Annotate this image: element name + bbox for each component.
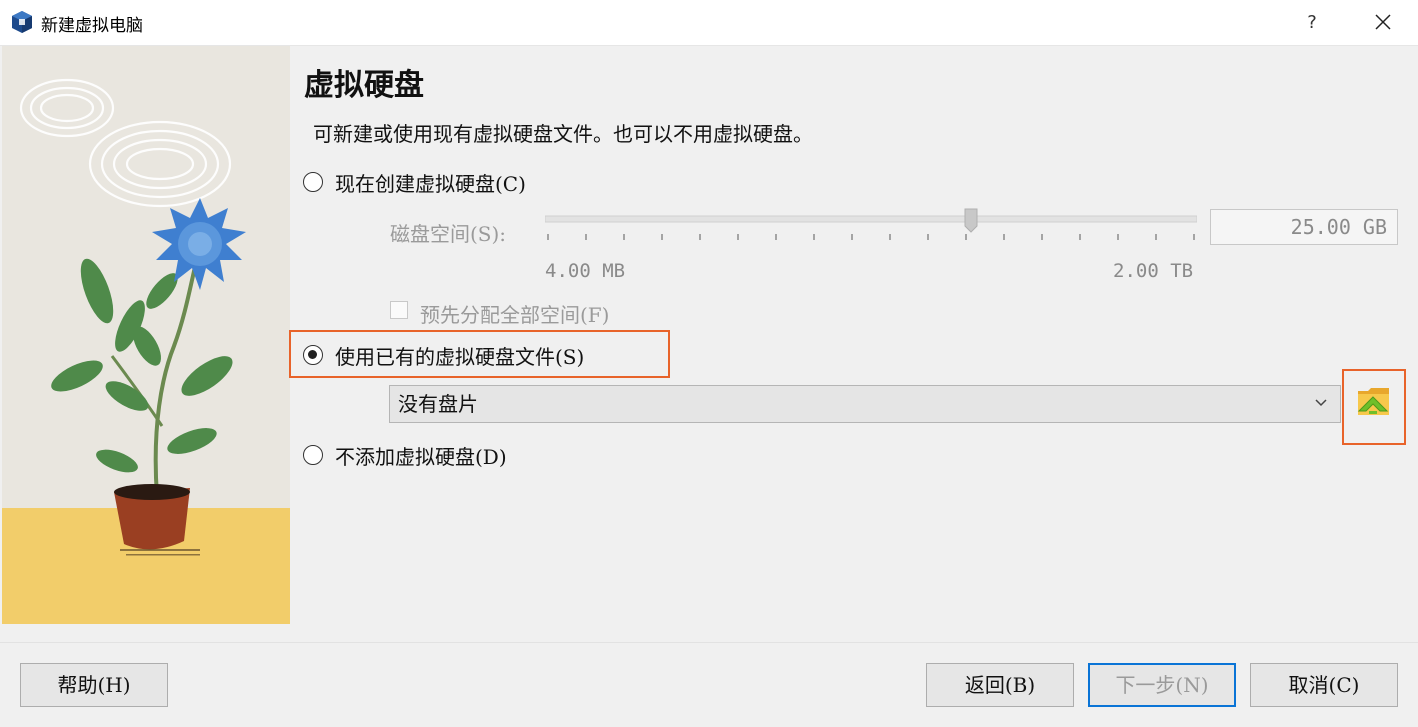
title-bar: 新建虚拟电脑 ?: [0, 0, 1418, 46]
button-bar: 帮助(H) 返回(B) 下一步(N) 取消(C): [0, 642, 1418, 727]
window-title: 新建虚拟电脑: [41, 16, 143, 36]
page-description: 可新建或使用现有虚拟硬盘文件。也可以不用虚拟硬盘。: [313, 122, 813, 146]
no-disk-radio[interactable]: [303, 445, 323, 465]
create-disk-radio[interactable]: [303, 172, 323, 192]
close-button[interactable]: [1360, 0, 1406, 45]
existing-disk-value: 没有盘片: [398, 392, 478, 416]
preallocate-checkbox[interactable]: [390, 301, 408, 319]
slider-max-label: 2.00 TB: [1113, 260, 1194, 282]
no-disk-label[interactable]: 不添加虚拟硬盘(D): [335, 441, 507, 470]
disk-size-input[interactable]: 25.00 GB: [1210, 209, 1398, 245]
plant-illustration: [2, 46, 290, 624]
slider-min-label: 4.00 MB: [545, 260, 626, 282]
create-disk-label[interactable]: 现在创建虚拟硬盘(C): [335, 168, 526, 197]
folder-browse-icon[interactable]: [1356, 385, 1392, 419]
help-button[interactable]: 帮助(H): [20, 663, 168, 707]
back-button[interactable]: 返回(B): [926, 663, 1074, 707]
use-existing-disk-radio[interactable]: [303, 345, 323, 365]
use-existing-disk-label[interactable]: 使用已有的虚拟硬盘文件(S): [335, 341, 584, 370]
existing-disk-select[interactable]: 没有盘片: [389, 385, 1341, 423]
wizard-content: 虚拟硬盘 可新建或使用现有虚拟硬盘文件。也可以不用虚拟硬盘。 现在创建虚拟硬盘(…: [0, 46, 1418, 642]
cancel-button[interactable]: 取消(C): [1250, 663, 1398, 707]
next-button[interactable]: 下一步(N): [1088, 663, 1236, 707]
close-icon: [1375, 14, 1391, 30]
disk-size-label: 磁盘空间(S):: [390, 222, 507, 246]
preallocate-label[interactable]: 预先分配全部空间(F): [420, 299, 609, 328]
disk-size-slider[interactable]: [545, 206, 1197, 246]
page-title: 虚拟硬盘: [304, 68, 424, 103]
slider-thumb: [964, 208, 978, 233]
virtualbox-icon: [12, 11, 32, 33]
help-title-button[interactable]: ?: [1290, 0, 1334, 45]
chevron-down-icon: [1315, 399, 1327, 407]
